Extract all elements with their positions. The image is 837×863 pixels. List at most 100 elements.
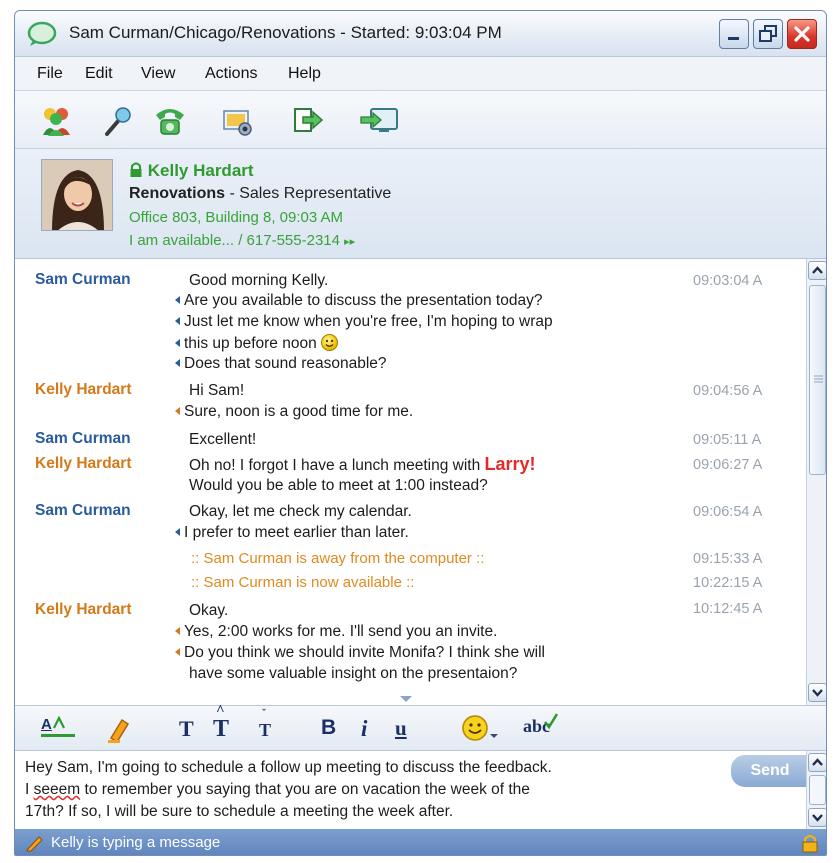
format-toolbar: A T ^ T ˇT B i u abc bbox=[15, 703, 826, 751]
compose-scroll-up-button[interactable] bbox=[808, 753, 826, 772]
chevron-down-icon bbox=[812, 689, 823, 697]
contact-company-row: Renovations - Sales Representative bbox=[129, 185, 391, 203]
message-line: Does that sound reasonable? bbox=[184, 355, 387, 372]
message-line-row: Yes, 2:00 works for me. I'll send you an… bbox=[175, 623, 497, 641]
timestamp: 09:05:11 A bbox=[693, 432, 762, 448]
contact-title: - Sales Representative bbox=[225, 185, 392, 202]
italic-button[interactable]: i bbox=[361, 716, 367, 744]
restore-icon bbox=[759, 25, 777, 42]
expand-arrow-icon[interactable]: ▸▸ bbox=[344, 236, 355, 248]
timestamp: 10:12:45 A bbox=[693, 601, 763, 617]
transfer-icon[interactable] bbox=[291, 105, 325, 137]
bold-button[interactable]: B bbox=[321, 716, 336, 744]
compose-scroll-down-button[interactable] bbox=[808, 808, 826, 827]
message-line-row: Are you available to discuss the present… bbox=[175, 292, 542, 310]
sender-name: Sam Curman bbox=[35, 502, 131, 519]
message-line: Are you available to discuss the present… bbox=[184, 292, 543, 309]
contact-status-row[interactable]: I am available... / 617-555-2314 ▸▸ bbox=[129, 232, 355, 249]
sender-name: Sam Curman bbox=[35, 271, 131, 288]
menu-actions[interactable]: Actions bbox=[205, 65, 257, 83]
send-button[interactable]: Send bbox=[731, 755, 809, 787]
bullet-icon bbox=[175, 339, 180, 347]
timestamp: 09:04:56 A bbox=[693, 383, 763, 399]
menu-view[interactable]: View bbox=[141, 65, 175, 83]
people-icon[interactable] bbox=[39, 105, 73, 137]
close-icon bbox=[794, 26, 810, 42]
font-size-up-icon: T bbox=[213, 716, 230, 742]
message-line: Excellent! bbox=[189, 431, 257, 448]
message-line-row: Sure, noon is a good time for me. bbox=[175, 403, 413, 421]
message-line: Would you be able to meet at 1:00 instea… bbox=[189, 477, 488, 494]
text-color-icon: A bbox=[41, 716, 52, 733]
message-line-row: this up before noon bbox=[175, 334, 339, 353]
compose-line: Hey Sam, I'm going to schedule a follow … bbox=[25, 759, 552, 776]
chat-transcript: Sam Curman Good morning Kelly. 09:03:04 … bbox=[15, 259, 806, 705]
font-size-down-button[interactable]: ˇT bbox=[259, 706, 272, 740]
highlighter-icon[interactable] bbox=[105, 716, 131, 744]
lock-icon bbox=[802, 834, 818, 853]
minimize-button[interactable] bbox=[719, 19, 749, 49]
message-line-row: Do you think we should invite Monifa? I … bbox=[175, 644, 545, 662]
checkmark-icon bbox=[543, 713, 559, 730]
bullet-icon bbox=[175, 317, 180, 325]
message-line: Do you think we should invite Monifa? I … bbox=[184, 644, 545, 661]
message-line: Just let me know when you're free, I'm h… bbox=[184, 313, 553, 330]
text-color-button[interactable]: A bbox=[41, 715, 75, 744]
font-size-down-icon: T bbox=[259, 720, 272, 740]
contact-header: Kelly Hardart Renovations - Sales Repres… bbox=[15, 149, 826, 259]
message-line: Hi Sam! bbox=[189, 382, 245, 399]
scroll-up-button[interactable] bbox=[808, 261, 826, 280]
bullet-icon bbox=[175, 296, 180, 304]
misspelled-word[interactable]: seeem bbox=[34, 781, 81, 798]
timestamp: 09:06:27 A bbox=[693, 457, 763, 473]
message-line: Oh no! I forgot I have a lunch meeting w… bbox=[189, 457, 485, 474]
transcript-scrollbar[interactable] bbox=[806, 259, 826, 705]
timestamp: 09:03:04 A bbox=[693, 273, 763, 289]
smiley-icon bbox=[462, 715, 498, 741]
underline-button[interactable]: u bbox=[395, 716, 407, 744]
menu-help[interactable]: Help bbox=[288, 65, 321, 83]
scroll-down-button[interactable] bbox=[808, 683, 826, 702]
minimize-icon bbox=[728, 37, 739, 40]
emoticon-button[interactable] bbox=[461, 714, 501, 742]
message-line-row: Does that sound reasonable? bbox=[175, 355, 387, 373]
menu-file[interactable]: File bbox=[37, 65, 63, 83]
message-line: Okay, let me check my calendar. bbox=[189, 503, 412, 520]
highlighted-name: Larry! bbox=[484, 454, 536, 474]
contact-office: Office 803, Building 8, 09:03 AM bbox=[129, 209, 344, 226]
restore-button[interactable] bbox=[753, 19, 783, 49]
menu-edit[interactable]: Edit bbox=[85, 65, 113, 83]
message-line: I prefer to meet earlier than later. bbox=[184, 524, 409, 541]
window-title: Sam Curman/Chicago/Renovations - Started… bbox=[69, 23, 502, 42]
scroll-thumb[interactable] bbox=[809, 285, 826, 475]
title-bar: Sam Curman/Chicago/Renovations - Started… bbox=[15, 11, 826, 57]
timestamp: 09:06:54 A bbox=[693, 504, 763, 520]
contact-company: Renovations bbox=[129, 185, 226, 202]
system-message: :: Sam Curman is away from the computer … bbox=[191, 550, 485, 567]
screen-share-icon[interactable] bbox=[221, 105, 255, 137]
contact-name[interactable]: Kelly Hardart bbox=[148, 161, 254, 180]
smiley-icon bbox=[321, 334, 339, 351]
timestamp: 09:15:33 A bbox=[693, 551, 763, 567]
font-button[interactable]: T bbox=[179, 716, 194, 744]
bullet-icon bbox=[175, 359, 180, 367]
message-input[interactable]: Hey Sam, I'm going to schedule a follow … bbox=[15, 751, 809, 829]
compose-scroll-thumb[interactable] bbox=[809, 775, 826, 805]
message-line: Good morning Kelly. bbox=[189, 272, 329, 289]
phone-icon[interactable] bbox=[153, 105, 187, 137]
message-line-row: Just let me know when you're free, I'm h… bbox=[175, 313, 553, 331]
timestamp: 10:22:15 A bbox=[693, 575, 763, 591]
system-message: :: Sam Curman is now available :: bbox=[191, 574, 415, 591]
compose-line: 17th? If so, I will be sure to schedule … bbox=[25, 803, 454, 820]
splitter-arrow-icon[interactable] bbox=[399, 695, 413, 703]
microphone-icon[interactable] bbox=[101, 105, 135, 137]
lock-icon bbox=[130, 162, 142, 177]
compose-scrollbar[interactable] bbox=[806, 751, 826, 829]
bullet-icon bbox=[175, 627, 180, 635]
contact-name-row: Kelly Hardart bbox=[129, 161, 254, 181]
font-size-up-button[interactable]: ^ T bbox=[213, 703, 229, 742]
chat-window: Sam Curman/Chicago/Renovations - Started… bbox=[14, 10, 827, 856]
close-button[interactable] bbox=[787, 19, 817, 49]
display-icon[interactable] bbox=[359, 105, 399, 137]
spell-check-button[interactable]: abc bbox=[523, 713, 559, 744]
